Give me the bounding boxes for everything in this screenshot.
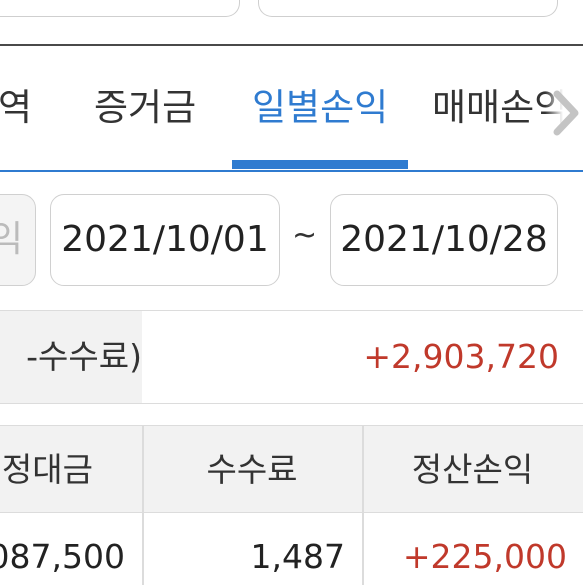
top-field-right[interactable] — [258, 0, 558, 17]
tab-bar: 역 증거금 일별손익 매매손익 — [0, 46, 583, 170]
summary-label-cell: -수수료) — [0, 311, 142, 403]
column-header-pnl: 정산손익 — [411, 450, 534, 489]
summary-value: +2,903,720 — [363, 337, 559, 376]
cell-amount: ,087,500 — [0, 537, 125, 576]
daily-pnl-table: 정대금 수수료 정산손익 ,087,500 1,487 +225,000 — [0, 425, 583, 585]
cell-fee: 1,487 — [250, 537, 345, 576]
top-field-left[interactable] — [0, 0, 240, 17]
date-filter: 익 2021/10/01 ~ 2021/10/28 — [0, 172, 583, 302]
date-range-separator: ~ — [292, 218, 318, 253]
column-divider — [362, 425, 364, 585]
tab-margin[interactable]: 증거금 — [94, 86, 196, 130]
summary-label: -수수료) — [26, 337, 142, 376]
period-button[interactable]: 익 — [0, 194, 36, 286]
table-header: 정대금 수수료 정산손익 — [0, 425, 583, 513]
column-header-amount: 정대금 — [1, 450, 93, 489]
tab-scroll-right-button[interactable] — [545, 88, 583, 136]
start-date-field[interactable]: 2021/10/01 — [50, 194, 280, 286]
cell-pnl: +225,000 — [402, 537, 567, 576]
column-header-fee: 수수료 — [206, 450, 298, 489]
active-tab-indicator — [232, 160, 408, 169]
end-date-field[interactable]: 2021/10/28 — [330, 194, 558, 286]
summary-row: -수수료) +2,903,720 — [0, 310, 583, 404]
chevron-right-icon — [553, 90, 579, 136]
tab-daily-pnl[interactable]: 일별손익 — [252, 86, 388, 130]
column-divider — [142, 425, 144, 585]
tab-history[interactable]: 역 — [0, 86, 32, 130]
